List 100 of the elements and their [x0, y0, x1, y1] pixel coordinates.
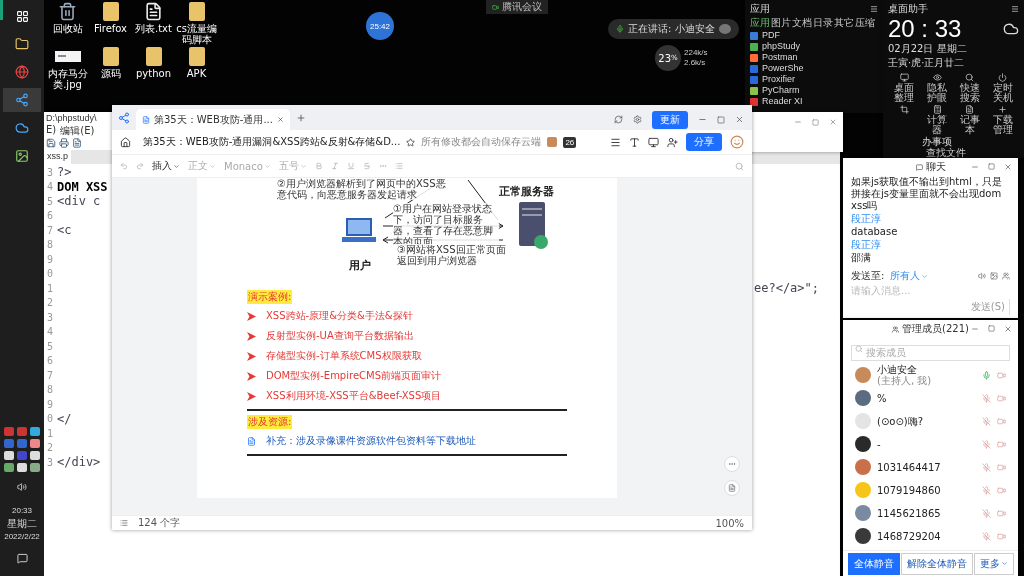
mic-off-icon[interactable]	[982, 439, 991, 449]
zoom-level[interactable]: 100%	[715, 517, 744, 529]
taskbar-clock[interactable]: 20:33 星期二 2022/2/22	[4, 504, 40, 543]
desktop-icon-label[interactable]: 内存马分类.jpg	[46, 68, 89, 90]
mic-off-icon[interactable]	[982, 508, 991, 518]
maximize-icon[interactable]	[717, 115, 725, 124]
undo-icon[interactable]	[120, 162, 128, 170]
camera-icon[interactable]	[997, 462, 1006, 472]
list-icon[interactable]	[394, 162, 403, 170]
notification-icon[interactable]	[16, 553, 28, 564]
save-icon[interactable]	[46, 138, 56, 148]
refresh-icon[interactable]	[614, 115, 623, 124]
calculator-icon[interactable]	[932, 105, 942, 114]
app-shortcut[interactable]: Reader XI	[750, 96, 878, 107]
app-shortcut[interactable]: PowerShe	[750, 63, 878, 74]
tool-label[interactable]: 下载管理	[991, 115, 1014, 135]
app-icon[interactable]	[15, 93, 29, 107]
search-icon[interactable]	[965, 73, 975, 82]
underline-icon[interactable]	[346, 162, 355, 170]
mic-off-icon[interactable]	[982, 416, 991, 426]
mic-off-icon[interactable]	[982, 485, 991, 495]
mic-off-icon[interactable]	[982, 531, 991, 541]
tool-label[interactable]: 记事本	[958, 115, 981, 135]
tool-label[interactable]: 隐私护眼	[926, 83, 949, 103]
strikethrough-icon[interactable]	[362, 162, 371, 170]
camera-icon[interactable]	[997, 485, 1006, 495]
member-row[interactable]: 1468729204	[843, 524, 1018, 548]
sound-icon[interactable]	[978, 272, 986, 280]
mic-off-icon[interactable]	[982, 393, 991, 403]
plus-icon[interactable]	[998, 105, 1008, 114]
notepad-icon[interactable]	[965, 105, 975, 114]
menu-icon[interactable]	[1011, 5, 1019, 13]
start-icon[interactable]	[15, 9, 29, 23]
share-button[interactable]: 分享	[686, 133, 722, 151]
member-row[interactable]: -	[843, 432, 1018, 456]
document-tab[interactable]: 第35天：WEB攻防-通用...	[136, 109, 290, 130]
category-tab[interactable]: 其它	[834, 16, 854, 30]
print-icon[interactable]	[59, 138, 69, 148]
member-row[interactable]: %	[843, 386, 1018, 410]
app-shortcut[interactable]: Postman	[750, 52, 878, 63]
editor-tab[interactable]: xss.p	[44, 150, 71, 164]
action-button[interactable]: 解除全体静音	[900, 552, 973, 575]
camera-icon[interactable]	[997, 508, 1006, 518]
home-icon[interactable]	[120, 136, 131, 148]
camera-icon[interactable]	[997, 531, 1006, 541]
cloud-icon[interactable]	[15, 121, 29, 135]
crop-icon[interactable]	[899, 105, 909, 114]
font-icon[interactable]	[629, 136, 640, 148]
action-button[interactable]: 全体静音	[847, 552, 900, 575]
app-shortcut[interactable]: phpStudy	[750, 41, 878, 52]
menu-item[interactable]: 编辑(E)	[60, 124, 95, 137]
new-tab-icon[interactable]	[295, 112, 306, 123]
eye-icon[interactable]	[932, 73, 942, 82]
download-link[interactable]: 补充：涉及录像课件资源软件包资料等下载地址	[247, 431, 567, 451]
update-button[interactable]: 更新	[652, 110, 688, 129]
user-avatar-icon[interactable]	[730, 135, 744, 149]
minimize-icon[interactable]	[971, 163, 979, 171]
maximize-icon[interactable]	[988, 325, 995, 332]
search-field[interactable]: 搜索成员	[851, 344, 1010, 361]
member-row[interactable]: 1079194860	[843, 478, 1018, 502]
close-icon[interactable]	[276, 116, 284, 123]
minimize-icon[interactable]	[971, 325, 979, 333]
menu-icon[interactable]	[870, 5, 878, 13]
member-row[interactable]: 小迪安全 (主持人, 我)	[843, 363, 1018, 387]
app-shortcut[interactable]: PDF	[750, 30, 878, 41]
camera-icon[interactable]	[997, 370, 1006, 380]
outline-icon[interactable]	[120, 519, 128, 527]
more-button[interactable]	[724, 456, 740, 472]
desktop-icon-label[interactable]: 列表.txt	[135, 23, 172, 34]
tool-label[interactable]: 桌面整理	[893, 83, 916, 103]
member-row[interactable]: (⊙o⊙)嗨?	[843, 409, 1018, 433]
volume-icon[interactable]	[17, 482, 27, 492]
camera-icon[interactable]	[997, 439, 1006, 449]
settings-icon[interactable]	[633, 115, 642, 124]
mic-icon[interactable]	[982, 370, 991, 380]
star-icon[interactable]	[406, 137, 416, 147]
category-tab[interactable]: 应用	[750, 16, 770, 30]
category-tab[interactable]: 图片	[771, 16, 791, 30]
app-shortcut[interactable]: Proxifier	[750, 74, 878, 85]
member-row[interactable]: 1145621865	[843, 501, 1018, 525]
close-icon[interactable]	[829, 118, 837, 126]
file-icon[interactable]	[72, 138, 82, 148]
desktop-icon-label[interactable]: 回收站	[52, 23, 83, 34]
monitor-icon[interactable]	[899, 73, 909, 82]
outline-button[interactable]	[724, 480, 740, 496]
more-icon[interactable]	[378, 162, 387, 170]
toolbar-dropdown[interactable]: 插入	[152, 159, 180, 173]
browser-icon[interactable]	[15, 65, 29, 79]
action-button[interactable]: 更多	[973, 552, 1014, 575]
add-user-icon[interactable]	[667, 136, 678, 148]
maximize-icon[interactable]	[812, 118, 819, 126]
present-icon[interactable]	[648, 136, 659, 148]
recipient-dropdown[interactable]: 所有人	[890, 269, 929, 283]
desktop-icon-label[interactable]: 源码	[100, 68, 121, 79]
italic-icon[interactable]	[330, 162, 339, 170]
camera-icon[interactable]	[997, 416, 1006, 426]
meeting-bar[interactable]: 腾讯会议	[486, 0, 548, 14]
desktop-icon-label[interactable]: cs流量编码脚本	[175, 23, 218, 45]
menu-icon[interactable]	[610, 136, 621, 148]
category-tab[interactable]: 压缩	[855, 16, 875, 30]
